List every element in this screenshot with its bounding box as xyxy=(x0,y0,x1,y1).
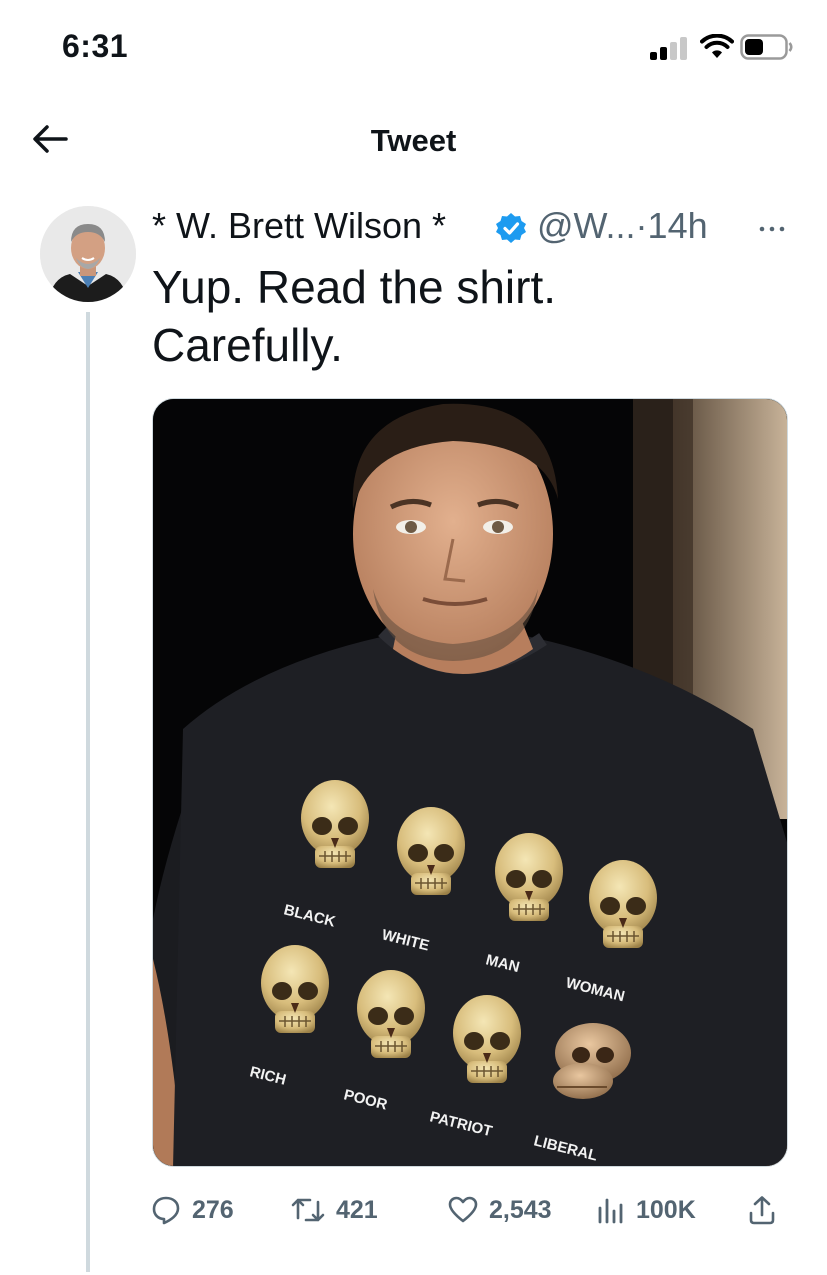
retweet-count: 421 xyxy=(336,1195,378,1224)
analytics-icon xyxy=(598,1198,623,1224)
battery-icon xyxy=(740,34,794,60)
wifi-icon xyxy=(700,33,734,60)
like-button[interactable]: 2,543 xyxy=(447,1188,552,1232)
thread-line xyxy=(86,312,90,1272)
retweet-button[interactable]: 421 xyxy=(290,1188,378,1232)
page-title: Tweet xyxy=(370,123,457,158)
verified-badge-icon xyxy=(495,211,527,243)
author-name[interactable]: * W. Brett Wilson * xyxy=(152,205,492,247)
reply-icon xyxy=(152,1196,180,1225)
tweet-actions-bar: 276 421 2,543 100K xyxy=(150,1188,800,1232)
reply-button[interactable]: 276 xyxy=(150,1188,234,1232)
top-navigation-bar: Tweet xyxy=(0,95,827,185)
tweet-media-photo[interactable]: BLACK WHITE MAN WOMAN RICH POOR PATRIOT … xyxy=(152,398,788,1167)
tweet-text-line: Carefully. xyxy=(152,319,343,371)
avatar[interactable] xyxy=(40,206,136,302)
cellular-signal-icon xyxy=(650,36,692,60)
heart-icon xyxy=(448,1196,478,1223)
like-count: 2,543 xyxy=(489,1195,552,1224)
status-bar: 6:31 xyxy=(0,0,827,95)
tweet-text-line: Yup. Read the shirt. xyxy=(152,261,557,313)
share-button[interactable] xyxy=(746,1188,788,1232)
tweet-time: 14h xyxy=(647,205,708,246)
photo-image: BLACK WHITE MAN WOMAN RICH POOR PATRIOT … xyxy=(153,399,787,1166)
separator-dot: · xyxy=(635,205,648,246)
views-button[interactable]: 100K xyxy=(596,1188,696,1232)
retweet-icon xyxy=(291,1198,325,1222)
tweet-text: Yup. Read the shirt. Carefully. xyxy=(152,258,792,374)
views-count: 100K xyxy=(636,1195,696,1224)
more-horizontal-icon[interactable] xyxy=(752,211,792,241)
share-icon xyxy=(749,1196,775,1225)
reply-count: 276 xyxy=(192,1195,234,1224)
status-time: 6:31 xyxy=(62,28,129,64)
